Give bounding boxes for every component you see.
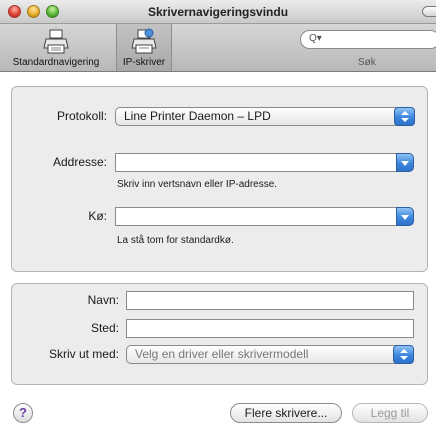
search-area: Q▾ Søk: [300, 24, 436, 71]
toolbar: Standardnavigering IP-skriver Q▾ Søk: [0, 24, 436, 72]
name-input[interactable]: [126, 291, 414, 310]
protocol-popup[interactable]: Line Printer Daemon – LPD: [115, 107, 415, 126]
address-hint: Skriv inn vertsnavn eller IP-adresse.: [117, 179, 278, 190]
printer-details-panel: Navn: Sted: Skriv ut med: Velg en driver…: [11, 283, 428, 385]
search-icon: Q▾: [309, 33, 322, 44]
toolbar-item-label: Standardnavigering: [12, 57, 100, 68]
toolbar-toggle-icon[interactable]: [422, 6, 436, 17]
toolbar-item-ip-printer[interactable]: IP-skriver: [116, 24, 172, 71]
toolbar-item-label: IP-skriver: [122, 57, 166, 68]
more-printers-button[interactable]: Flere skrivere...: [230, 403, 342, 423]
add-button[interactable]: Legg til: [352, 403, 428, 423]
search-label: Søk: [358, 57, 376, 68]
address-label: Addresse:: [52, 155, 107, 169]
protocol-label: Protokoll:: [56, 109, 107, 123]
address-input[interactable]: [115, 153, 397, 172]
popup-arrows-icon: [394, 107, 415, 126]
popup-arrows-icon: [393, 345, 414, 364]
queue-hint: La stå tom for standardkø.: [117, 235, 234, 246]
title-bar: Skrivernavigeringsvindu: [0, 0, 436, 24]
address-dropdown-icon[interactable]: [396, 153, 414, 172]
location-input[interactable]: [126, 319, 414, 338]
search-input[interactable]: Q▾: [300, 30, 436, 49]
print-using-popup[interactable]: Velg en driver eller skrivermodell: [126, 345, 414, 364]
location-label: Sted:: [90, 321, 119, 335]
queue-label: Kø:: [88, 209, 107, 223]
print-using-value: Velg en driver eller skrivermodell: [135, 347, 309, 361]
protocol-value: Line Printer Daemon – LPD: [124, 109, 271, 123]
queue-input[interactable]: [115, 207, 397, 226]
printer-icon: [43, 29, 69, 54]
window-title: Skrivernavigeringsvindu: [147, 5, 289, 19]
queue-dropdown-icon[interactable]: [396, 207, 414, 226]
toolbar-item-default-browser[interactable]: Standardnavigering: [0, 24, 112, 71]
name-label: Navn:: [87, 293, 119, 307]
network-printer-icon: [131, 28, 157, 54]
print-using-label: Skriv ut med:: [48, 347, 119, 361]
connection-panel: Protokoll: Line Printer Daemon – LPD Add…: [11, 86, 428, 272]
help-button[interactable]: ?: [13, 403, 33, 423]
